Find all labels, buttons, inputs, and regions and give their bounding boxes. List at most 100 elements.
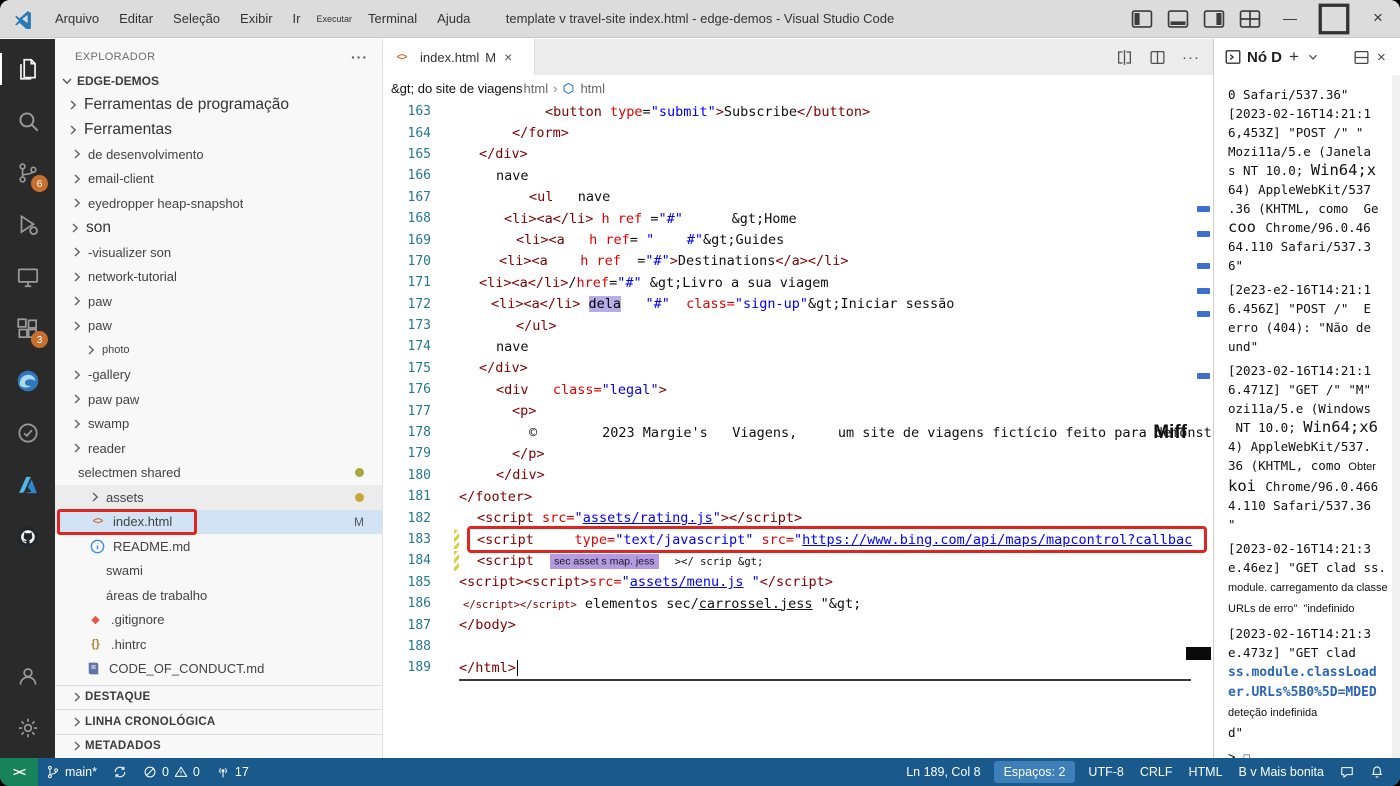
activity-explorer[interactable] <box>0 43 55 95</box>
activity-accounts[interactable] <box>0 650 55 702</box>
split-panel-icon[interactable] <box>1353 49 1370 66</box>
tree-item-paw[interactable]: paw <box>55 289 382 314</box>
layout-sidebar-left-toggle[interactable] <box>1130 7 1154 31</box>
tree-item-eyedropper-heap-snapshot[interactable]: eyedropper heap-snapshot <box>55 191 382 216</box>
tree-item-ferramentas-de-programa-o[interactable]: Ferramentas de programação <box>55 93 382 118</box>
code-line[interactable]: 173</ul> <box>383 315 1213 336</box>
tree-item-hintrc[interactable]: {}.hintrc <box>55 632 382 657</box>
more-actions-icon[interactable]: ··· <box>1182 49 1199 66</box>
menu-arquivo[interactable]: Arquivo <box>46 7 108 30</box>
code-line[interactable]: 179</p> <box>383 443 1213 464</box>
tree-item-reader[interactable]: reader <box>55 436 382 461</box>
tree-item-reas-de-trabalho[interactable]: áreas de trabalho <box>55 583 382 608</box>
tree-item-readme-md[interactable]: README.md <box>55 534 382 559</box>
activity-test-explorer[interactable] <box>0 407 55 459</box>
status-language-mode[interactable]: HTML <box>1181 758 1231 786</box>
code-line[interactable]: 169<li><a h ref= " #"&gt;Guides <box>383 229 1213 250</box>
breadcrumb-item[interactable]: html <box>580 81 605 96</box>
code-line[interactable]: 181</footer> <box>383 486 1213 507</box>
more-actions-icon[interactable]: ··· <box>351 49 368 65</box>
tree-item-son[interactable]: son <box>55 216 382 241</box>
code-line[interactable]: 183<script type="text/javascript" src="h… <box>383 529 1213 550</box>
activity-extensions[interactable]: 3 <box>0 303 55 355</box>
tab-close-icon[interactable]: × <box>504 49 512 65</box>
status-feedback[interactable] <box>1332 758 1362 786</box>
minimap-slider[interactable] <box>1186 647 1211 660</box>
menu-ajuda[interactable]: Ajuda <box>428 7 479 30</box>
layout-grid-toggle[interactable] <box>1238 7 1262 31</box>
tree-item-index-html[interactable]: <>index.htmlM <box>55 510 382 535</box>
code-line[interactable]: 165</div> <box>383 144 1213 165</box>
minimize-button[interactable]: — <box>1268 0 1312 37</box>
code-line[interactable]: 163<button type="submit">Subscribe</butt… <box>383 101 1213 122</box>
tree-item-de-desenvolvimento[interactable]: de desenvolvimento <box>55 142 382 167</box>
status-branch[interactable]: main* <box>38 758 105 786</box>
tab-index-html[interactable]: <> index.html M × <box>383 39 535 75</box>
code-line[interactable]: 177<p> <box>383 400 1213 421</box>
layout-panel-toggle[interactable] <box>1166 7 1190 31</box>
menu-terminal[interactable]: Terminal <box>359 7 426 30</box>
code-line[interactable]: 178© 2023 Margie's Viagens, um site de v… <box>383 422 1213 443</box>
activity-settings[interactable] <box>0 702 55 754</box>
activity-azure[interactable] <box>0 459 55 511</box>
add-console-icon[interactable]: + <box>1287 47 1301 67</box>
tree-item-gitignore[interactable]: ◆.gitignore <box>55 608 382 633</box>
code-line[interactable]: 167<ul nave <box>383 187 1213 208</box>
status-problems[interactable]: 00 <box>135 758 208 786</box>
section-destaque[interactable]: DESTAQUE <box>55 685 382 710</box>
tree-item-paw-paw[interactable]: paw paw <box>55 387 382 412</box>
code-line[interactable]: 186</script></script> elementos sec/carr… <box>383 593 1213 614</box>
close-panel-icon[interactable]: × <box>1377 49 1394 66</box>
code-line[interactable]: 175</div> <box>383 358 1213 379</box>
status-indentation[interactable]: Espaços: 2 <box>994 761 1076 783</box>
activity-run-and-debug[interactable] <box>0 199 55 251</box>
status-eol[interactable]: CRLF <box>1132 758 1181 786</box>
code-line[interactable]: 164</form> <box>383 122 1213 143</box>
tree-item-ferramentas[interactable]: Ferramentas <box>55 118 382 143</box>
activity-edge-devtools[interactable] <box>0 355 55 407</box>
panel-scrollbar[interactable] <box>1392 75 1400 758</box>
tree-item-selectmen-shared[interactable]: selectmen shared <box>55 461 382 486</box>
menu-sele-o[interactable]: Seleção <box>164 7 229 30</box>
activity-remote-explorer[interactable] <box>0 251 55 303</box>
status-sync[interactable] <box>105 758 135 786</box>
tree-item-email-client[interactable]: email-client <box>55 167 382 192</box>
activity-search[interactable] <box>0 95 55 147</box>
code-line[interactable]: 172<li><a</li> dela "#" class="sign-up"&… <box>383 294 1213 315</box>
code-line[interactable]: 171<li><a</li>/href="#" &gt;Livro a sua … <box>383 272 1213 293</box>
status-remote-window[interactable]: >< <box>0 758 38 786</box>
tree-item-assets[interactable]: assets <box>55 485 382 510</box>
code-line[interactable]: 188 <box>383 636 1213 657</box>
tree-item-swami[interactable]: swami <box>55 559 382 584</box>
menu-executar[interactable]: Executar <box>312 10 358 28</box>
tree-item-paw[interactable]: paw <box>55 314 382 339</box>
tree-item-network-tutorial[interactable]: network-tutorial <box>55 265 382 290</box>
layout-sidebar-right-toggle[interactable] <box>1202 7 1226 31</box>
tree-item-swamp[interactable]: swamp <box>55 412 382 437</box>
breadcrumb-item[interactable]: html <box>524 81 549 96</box>
status-encoding[interactable]: UTF-8 <box>1080 758 1131 786</box>
code-line[interactable]: 184<script sec asset s map. jess ></ scr… <box>383 550 1213 571</box>
tree-item-visualizer-son[interactable]: -visualizer son <box>55 240 382 265</box>
menu-editar[interactable]: Editar <box>110 7 162 30</box>
split-editor-icon[interactable] <box>1149 49 1166 66</box>
status-cursor-position[interactable]: Ln 189, Col 8 <box>898 758 988 786</box>
breadcrumb-item[interactable]: &gt; do site de viagens <box>391 81 523 96</box>
code-line[interactable]: 170<li><a h ref ="#">Destinations</a></l… <box>383 251 1213 272</box>
section-linha-cronol-gica[interactable]: LINHA CRONOLÓGICA <box>55 709 382 734</box>
code-line[interactable]: 189</html> <box>383 657 1213 678</box>
code-line[interactable]: 187</body> <box>383 614 1213 635</box>
status-formatter[interactable]: B v Mais bonita <box>1231 758 1332 786</box>
code-line[interactable]: 168<li><a</li> h ref ="#" &gt;Home <box>383 208 1213 229</box>
horizontal-scrollbar[interactable] <box>459 679 1191 681</box>
tree-item-code-of-conduct-md[interactable]: CODE_OF_CONDUCT.md <box>55 657 382 682</box>
code-line[interactable]: 182<script src="assets/rating.js"></scri… <box>383 507 1213 528</box>
code-line[interactable]: 185<script><script>src="assets/menu.js "… <box>383 572 1213 593</box>
status-ports[interactable]: 17 <box>208 758 257 786</box>
status-notifications[interactable] <box>1362 758 1392 786</box>
maximize-button[interactable] <box>1312 0 1356 37</box>
menu-ir[interactable]: Ir <box>284 7 310 30</box>
chevron-down-icon[interactable] <box>1306 50 1320 64</box>
code-line[interactable]: 174nave <box>383 336 1213 357</box>
console-link[interactable]: ss.module.classLoad <box>1228 665 1377 680</box>
